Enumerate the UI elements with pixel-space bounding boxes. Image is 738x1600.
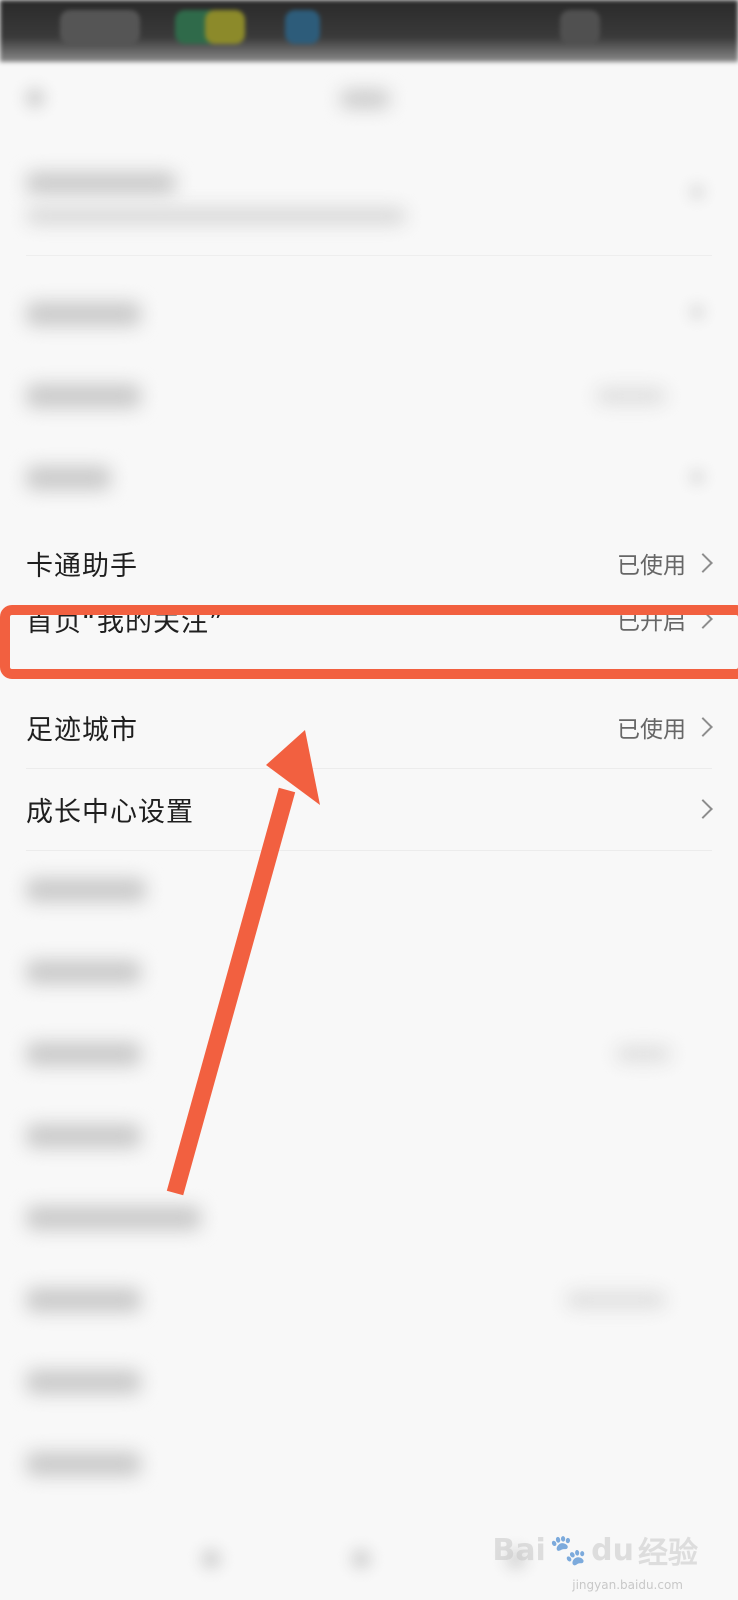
watermark-brand: Bai bbox=[492, 1532, 546, 1568]
settings-screen: 卡通助手 已使用 首页“我的关注” 已开启 足迹城市 已使用 成长中心设置 Ba… bbox=[0, 0, 738, 1600]
watermark-url: jingyan.baidu.com bbox=[572, 1578, 683, 1592]
baidu-watermark: Bai 🐾 du 经验 bbox=[492, 1528, 698, 1572]
watermark-suffix: du bbox=[591, 1532, 634, 1568]
arrow-shaft bbox=[166, 787, 296, 1196]
watermark-cn: 经验 bbox=[638, 1536, 698, 1571]
arrow-annotation bbox=[166, 730, 320, 1196]
paw-icon: 🐾 bbox=[549, 1532, 588, 1568]
